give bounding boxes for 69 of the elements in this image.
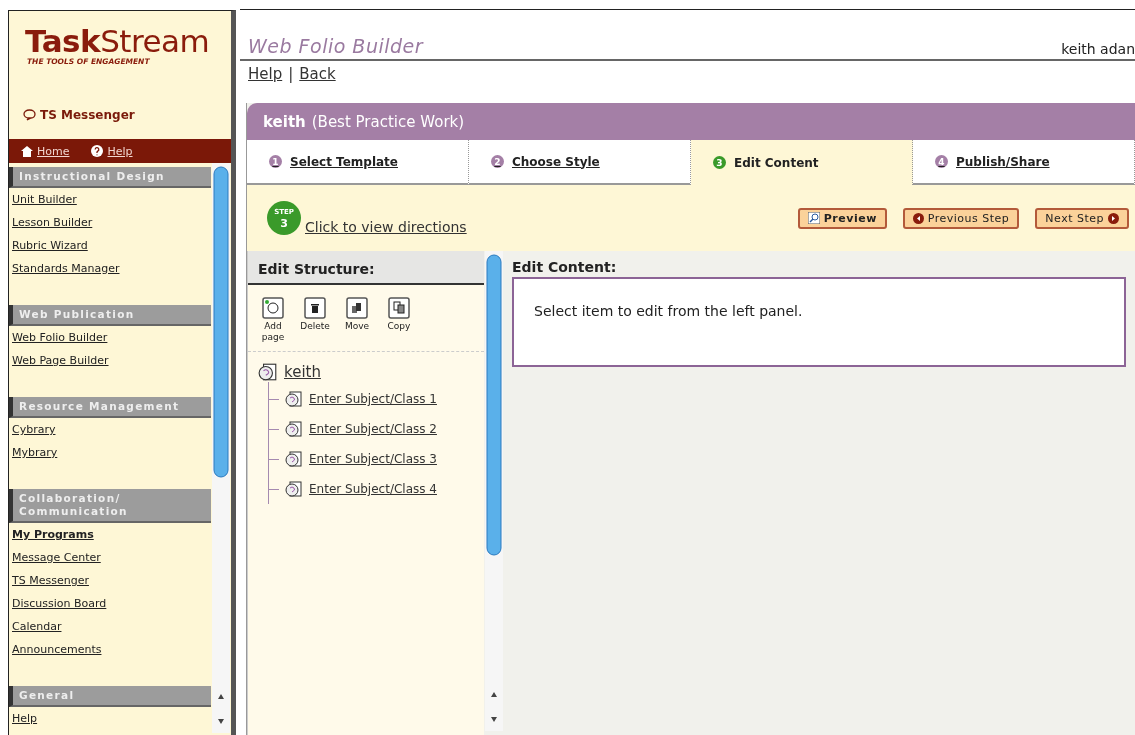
sidebar-link[interactable]: Announcements [9,638,211,661]
tool-button[interactable]: Copy [386,297,412,343]
header-link[interactable]: Back [299,65,336,83]
copy-icon [388,297,410,319]
step-number: 1 [269,155,282,168]
section-header: Web Publication [9,305,211,326]
page-icon [258,362,278,382]
page-title: Web Folio Builder [248,35,424,57]
step-button[interactable]: Previous Step [902,207,1020,229]
sidebar-link[interactable]: Discussion Board [9,592,211,615]
tool-button[interactable]: Delete [302,297,328,343]
add-page-icon [262,297,284,319]
sidebar-link[interactable]: Lesson Builder [9,211,211,234]
sidebar-link[interactable]: Message Center [9,546,211,569]
sidebar-link[interactable]: Help [9,707,211,730]
scrollbar[interactable] [211,163,231,733]
tool-button[interactable]: Add page [260,297,286,343]
project-bar: keith (Best Practice Work) [247,103,1135,140]
panel-heading: Edit Content: [512,259,618,275]
link-separator: | [288,65,294,83]
pages-icon [346,297,368,319]
page-icon [285,420,303,438]
magnifier-icon [807,212,820,224]
step-number: 3 [713,156,726,169]
sidebar-link[interactable]: Mybrary [9,441,211,464]
step-tab[interactable]: 4 Publish/Share [913,140,1135,185]
user-name: keith adan [1061,41,1135,57]
nav-link[interactable]: Home [21,144,70,158]
scrollbar[interactable] [484,251,504,731]
section-header: General [9,686,211,707]
help-icon [91,145,104,157]
instruction-text: Select item to edit from the left panel. [534,303,803,319]
sidebar-link[interactable]: Calendar [9,615,211,638]
section-header: Resource Management [9,397,211,418]
section-header: Collaboration/ Communication [9,489,211,523]
home-icon [21,145,33,157]
step-tab[interactable]: 3 Edit Content [691,140,913,185]
step-tab[interactable]: 2 Choose Style [469,140,691,185]
sidebar-link[interactable]: Web Folio Builder [9,326,211,349]
sidebar-link[interactable]: Rubric Wizard [9,234,211,257]
header-link[interactable]: Help [248,65,283,83]
directions-link[interactable]: Click to view directions [305,219,782,235]
messenger-link[interactable]: TS Messenger [23,105,231,125]
sidebar-link[interactable]: Web Page Builder [9,349,211,372]
section-header: Instructional Design [9,167,211,188]
page-icon [285,450,303,468]
logo: TaskStream [25,25,211,57]
tree-item[interactable]: keith [284,363,321,381]
page-icon [285,480,303,498]
trash-icon [304,297,326,319]
step-tab[interactable]: 1 Select Template [247,140,469,185]
tree-item[interactable]: Enter Subject/Class 4 [309,482,437,496]
sidebar-link[interactable]: Standards Manager [9,257,211,280]
tree-item[interactable]: Enter Subject/Class 1 [309,392,437,406]
page-icon [285,390,303,408]
tool-button[interactable]: Move [344,297,370,343]
tree-item[interactable]: Enter Subject/Class 2 [309,422,437,436]
panel-heading: Edit Structure: [248,251,484,285]
step-number: 4 [935,155,948,168]
step-button[interactable]: Next Step [1035,207,1129,229]
sidebar-link[interactable]: TS Messenger [9,569,211,592]
step-number: 2 [491,155,504,168]
sidebar-link[interactable]: My Programs [9,523,211,546]
step-button[interactable]: Preview [797,207,887,229]
sidebar-link[interactable]: Unit Builder [9,188,211,211]
sidebar-link[interactable]: Cybrary [9,418,211,441]
tree-item[interactable]: Enter Subject/Class 3 [309,452,437,466]
nav-link[interactable]: Help [91,144,133,158]
speech-bubble-icon [23,109,36,121]
